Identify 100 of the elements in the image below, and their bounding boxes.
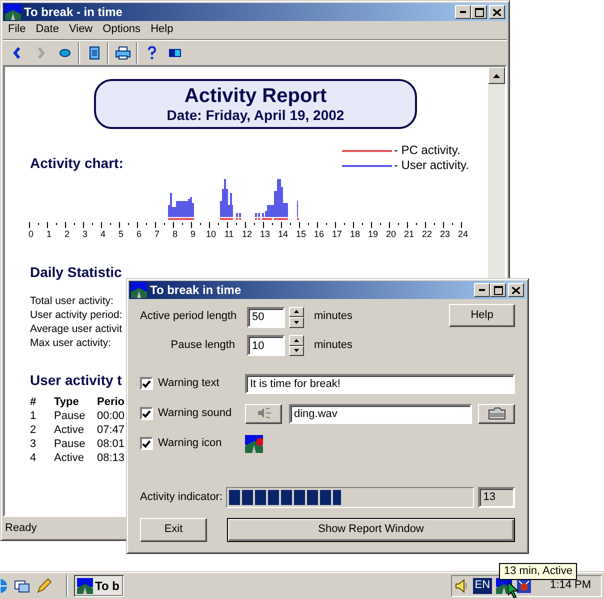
status-text: Ready xyxy=(5,522,37,536)
spin-button[interactable] xyxy=(289,306,304,328)
axis-label: 16 xyxy=(312,229,325,239)
axis-label: 19 xyxy=(366,229,379,239)
pencil-icon[interactable] xyxy=(36,578,52,594)
table-cell-text: 3 xyxy=(30,436,38,451)
minimize-button[interactable] xyxy=(474,283,490,297)
table-cell-text: 08:13 xyxy=(97,450,126,465)
table-cell-text: 00:00 xyxy=(97,408,126,423)
field-label: Pause length xyxy=(170,338,235,351)
axis-label: 17 xyxy=(330,229,343,239)
axis-label: 10 xyxy=(204,229,217,239)
axis-label: 18 xyxy=(348,229,361,239)
menu-item[interactable]: Date xyxy=(30,23,64,37)
app-icon xyxy=(77,578,93,594)
tooltip: 13 min, Active xyxy=(499,563,578,580)
menu-item[interactable]: Options xyxy=(98,23,146,37)
axis-label: 0 xyxy=(27,229,34,239)
window-title: To break in time xyxy=(150,282,242,298)
stat-label: User activity period: xyxy=(30,308,122,322)
axis-label: 15 xyxy=(294,229,307,239)
cursor-icon xyxy=(508,582,519,598)
axis-label: 3 xyxy=(81,229,88,239)
axis-label: 6 xyxy=(135,229,142,239)
report-date: Date: Friday, April 19, 2002 xyxy=(166,106,344,124)
table-cell-text: 07:47 xyxy=(97,422,126,437)
close-button[interactable] xyxy=(508,283,524,297)
spin-button[interactable] xyxy=(289,335,304,356)
axis-label: 22 xyxy=(420,229,433,239)
menu-item[interactable]: View xyxy=(64,23,98,37)
speaker-icon xyxy=(256,407,272,419)
report-title: Activity Report xyxy=(184,84,327,106)
warning-app-icon xyxy=(245,434,263,452)
file-field[interactable]: ding.wav xyxy=(289,404,472,424)
text-field[interactable]: It is time for break! xyxy=(245,374,515,394)
checkbox[interactable] xyxy=(140,407,153,420)
indicator-label: Activity indicator: xyxy=(140,490,224,504)
table-cell: Pause xyxy=(54,408,97,423)
speaker-icon[interactable] xyxy=(454,578,469,594)
axis-label: 13 xyxy=(258,229,271,239)
table-cell: Active xyxy=(54,450,97,465)
maximize-button[interactable] xyxy=(490,283,506,297)
clock: 1:14 PM xyxy=(550,579,591,593)
axis-label: 9 xyxy=(189,229,196,239)
section-heading: User activity t xyxy=(30,372,122,389)
language-indicator[interactable]: EN xyxy=(472,578,492,594)
sync-icon[interactable] xyxy=(14,578,30,594)
window-title: To break - in time xyxy=(24,4,122,20)
show-report-button[interactable]: Show Report Window xyxy=(227,518,515,542)
folder-icon xyxy=(488,406,506,420)
help-button[interactable]: Help xyxy=(449,304,515,327)
browse-button[interactable] xyxy=(478,404,515,424)
unit-label: minutes xyxy=(314,310,353,324)
number-field[interactable]: 50 xyxy=(247,306,285,328)
printer-icon[interactable] xyxy=(114,44,130,60)
checkbox[interactable] xyxy=(140,437,153,450)
maximize-button[interactable] xyxy=(471,5,487,19)
up-arrow-icon xyxy=(493,74,500,78)
menu-item[interactable]: File xyxy=(3,23,31,37)
down-arrow-icon xyxy=(294,349,299,352)
number-field[interactable]: 10 xyxy=(247,335,285,356)
table-cell: 2 xyxy=(30,422,54,437)
legend-label: - User activity. xyxy=(394,158,469,173)
close-button[interactable] xyxy=(489,5,505,19)
play-sound-button[interactable] xyxy=(245,404,282,424)
maximize-icon xyxy=(474,8,484,16)
up-arrow-icon xyxy=(294,338,299,342)
close-icon xyxy=(493,8,501,16)
axis-label: 24 xyxy=(456,229,469,239)
down-arrow-icon xyxy=(294,320,299,324)
globe-icon[interactable] xyxy=(0,578,8,594)
checkbox[interactable] xyxy=(140,377,153,390)
table-cell-text: 1 xyxy=(30,408,38,423)
axis-label: 14 xyxy=(276,229,289,239)
app-icon xyxy=(5,4,21,20)
checkbox-label: Warning sound xyxy=(158,406,232,420)
maximize-icon xyxy=(494,286,502,294)
close-icon xyxy=(512,286,520,294)
table-cell: Pause xyxy=(54,436,97,451)
up-arrow-icon xyxy=(294,310,299,314)
column-header: Perio xyxy=(97,394,126,409)
legend-label: - PC activity. xyxy=(394,143,460,158)
axis-label: 20 xyxy=(384,229,397,239)
minimize-button[interactable] xyxy=(455,5,471,19)
axis-label: 12 xyxy=(240,229,253,239)
field-label: Active period length xyxy=(140,310,237,322)
axis-label: 23 xyxy=(438,229,451,239)
app-icon xyxy=(131,282,147,298)
scroll-up-button[interactable] xyxy=(488,67,505,84)
minimize-icon xyxy=(460,11,466,13)
taskbar-button[interactable]: To b xyxy=(74,575,124,597)
axis-label: 21 xyxy=(402,229,415,239)
exit-button[interactable]: Exit xyxy=(140,518,207,542)
table-cell: Active xyxy=(54,422,97,437)
table-cell-text: 08:01 xyxy=(97,436,126,451)
menu-item[interactable]: Help xyxy=(146,23,178,37)
stat-label: Average user activit xyxy=(30,322,122,336)
network-icon[interactable] xyxy=(516,578,532,594)
minimize-icon xyxy=(479,289,485,291)
table-cell: 4 xyxy=(30,450,54,465)
